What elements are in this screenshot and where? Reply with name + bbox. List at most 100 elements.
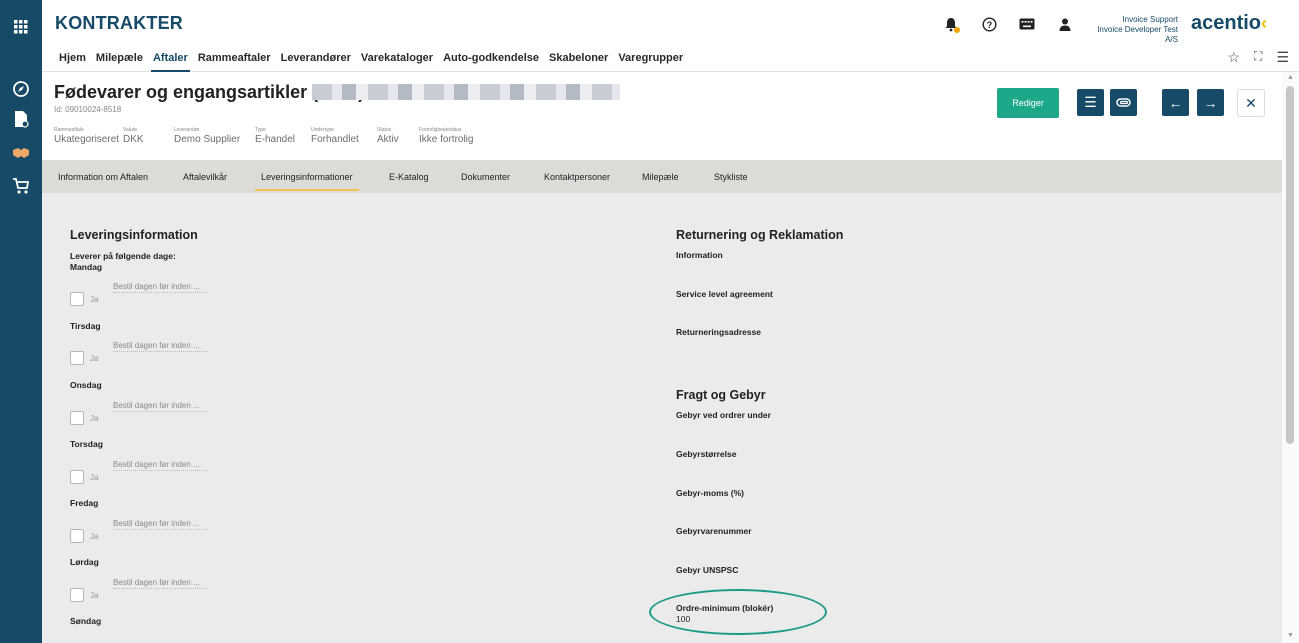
meta-label: Undertype xyxy=(311,127,335,133)
next-arrow-icon[interactable]: → xyxy=(1197,89,1224,116)
checkbox-label: Ja xyxy=(90,531,99,541)
day-label-loerdag: Lørdag xyxy=(70,557,99,567)
star-icon[interactable]: ☆ xyxy=(1227,49,1240,66)
brand-name: acentio xyxy=(1191,12,1262,34)
help-icon[interactable]: ? xyxy=(978,13,1000,35)
checkbox-label: Ja xyxy=(90,472,99,482)
order-before-input[interactable]: Bestil dagen før inden ... xyxy=(113,460,208,471)
list-menu-icon[interactable]: ☰ xyxy=(1077,89,1104,116)
user-company: Invoice Developer Test A/S xyxy=(1097,25,1178,44)
day-checkbox[interactable] xyxy=(70,470,84,484)
header-icons: ? xyxy=(940,13,1076,35)
tab-leveringsinformationer[interactable]: Leveringsinformationer xyxy=(255,172,359,191)
nav-right-actions: ☆ ⛶ ☰ xyxy=(1227,49,1289,66)
meta-valuta: Valuta DKK xyxy=(123,127,144,146)
meta-label: Rammeaftale xyxy=(54,127,84,133)
close-icon[interactable]: ✕ xyxy=(1237,89,1265,117)
delivery-title: Leveringsinformation xyxy=(70,228,198,242)
order-before-input[interactable]: Bestil dagen før inden ... xyxy=(113,578,208,589)
fee-vat-label: Gebyr-moms (%) xyxy=(676,488,745,498)
day-row-fredag: Ja Bestil dagen før inden ... xyxy=(70,519,208,543)
order-before-input[interactable]: Bestil dagen før inden ... xyxy=(113,519,208,530)
order-before-input[interactable]: Bestil dagen før inden ... xyxy=(113,341,208,352)
order-before-input[interactable]: Bestil dagen før inden ... xyxy=(113,282,208,293)
fee-item-number-label: Gebyrvarenummer xyxy=(676,526,752,536)
day-row-torsdag: Ja Bestil dagen før inden ... xyxy=(70,460,208,484)
menu-icon[interactable]: ☰ xyxy=(1276,49,1289,66)
checkbox-label: Ja xyxy=(90,294,99,304)
nav-varekataloger[interactable]: Varekataloger xyxy=(356,52,438,64)
day-checkbox[interactable] xyxy=(70,529,84,543)
meta-value: Ukategoriseret xyxy=(54,134,120,145)
fee-threshold-label: Gebyr ved ordrer under xyxy=(676,410,771,420)
meta-fortrolighedsstatus: Fortrolighedsstatus Ikke fortrolig xyxy=(419,127,473,146)
previous-arrow-icon[interactable]: ← xyxy=(1162,89,1189,116)
fullscreen-icon[interactable]: ⛶ xyxy=(1254,49,1262,66)
meta-undertype: Undertype Forhandlet xyxy=(311,127,359,146)
brand-logo: acentio‹ xyxy=(1191,12,1267,35)
keyboard-icon[interactable] xyxy=(1016,13,1038,35)
nav-skabeloner[interactable]: Skabeloner xyxy=(544,52,613,64)
vertical-scrollbar[interactable]: ▲ ▼ xyxy=(1282,72,1299,643)
day-label-tirsdag: Tirsdag xyxy=(70,321,101,331)
scroll-down-icon[interactable]: ▼ xyxy=(1287,632,1294,639)
fee-unspsc-label: Gebyr UNSPSC xyxy=(676,565,739,575)
tab-kontaktpersoner[interactable]: Kontaktpersoner xyxy=(544,172,610,182)
meta-label: Leverandør xyxy=(174,127,200,133)
attachment-icon[interactable] xyxy=(1110,89,1137,116)
checkbox-label: Ja xyxy=(90,590,99,600)
meta-label: Valuta xyxy=(123,127,137,133)
meta-value: DKK xyxy=(123,134,144,145)
record-header: Fødevarer og engangsartikler (2024) Id: … xyxy=(42,72,1282,160)
fee-size-label: Gebyrstørrelse xyxy=(676,449,737,459)
brand-chevron-icon: ‹ xyxy=(1261,13,1268,33)
returns-information-label: Information xyxy=(676,250,723,260)
meta-label: Fortrolighedsstatus xyxy=(419,127,462,133)
day-label-onsdag: Onsdag xyxy=(70,380,102,390)
delivery-subtitle: Leverer på følgende dage: xyxy=(70,251,176,261)
top-bar: KONTRAKTER ? Invoice Support Invoice Dev… xyxy=(42,0,1299,44)
nav-milepaele[interactable]: Milepæle xyxy=(91,52,148,64)
handshake-icon[interactable] xyxy=(9,141,33,165)
scrollbar-thumb[interactable] xyxy=(1286,86,1294,444)
user-icon[interactable] xyxy=(1054,13,1076,35)
meta-value: Aktiv xyxy=(377,134,399,145)
tab-stykliste[interactable]: Stykliste xyxy=(714,172,748,182)
returns-address-label: Returneringsadresse xyxy=(676,327,762,337)
nav-rammeaftaler[interactable]: Rammeaftaler xyxy=(193,52,276,64)
day-label-soendag: Søndag xyxy=(70,616,102,626)
nav-leverandoerer[interactable]: Leverandører xyxy=(276,52,356,64)
meta-value: Ikke fortrolig xyxy=(419,134,474,145)
compass-icon[interactable] xyxy=(9,77,33,101)
day-checkbox[interactable] xyxy=(70,588,84,602)
edit-button[interactable]: Rediger xyxy=(997,88,1059,118)
meta-leverandoer: Leverandør Demo Supplier xyxy=(174,127,240,146)
nav-aftaler[interactable]: Aftaler xyxy=(148,52,193,72)
document-icon[interactable] xyxy=(9,107,33,131)
tab-aftalevilkaar[interactable]: Aftalevilkår xyxy=(183,172,227,182)
day-checkbox[interactable] xyxy=(70,351,84,365)
tab-dokumenter[interactable]: Dokumenter xyxy=(461,172,510,182)
nav-auto-godkendelse[interactable]: Auto-godkendelse xyxy=(438,52,544,64)
bell-icon[interactable] xyxy=(940,13,962,35)
order-before-input[interactable]: Bestil dagen før inden ... xyxy=(113,401,208,412)
checkbox-label: Ja xyxy=(90,353,99,363)
tab-information[interactable]: Information om Aftalen xyxy=(58,172,148,182)
day-row-onsdag: Ja Bestil dagen før inden ... xyxy=(70,401,208,425)
day-row-loerdag: Ja Bestil dagen før inden ... xyxy=(70,578,208,602)
day-checkbox[interactable] xyxy=(70,411,84,425)
apps-grid-icon[interactable] xyxy=(9,15,33,39)
nav-hjem[interactable]: Hjem xyxy=(54,52,91,64)
cart-icon[interactable] xyxy=(9,174,33,198)
day-checkbox[interactable] xyxy=(70,292,84,306)
tab-e-katalog[interactable]: E-Katalog xyxy=(389,172,429,182)
day-label-torsdag: Torsdag xyxy=(70,439,103,449)
scroll-up-icon[interactable]: ▲ xyxy=(1287,74,1294,81)
app-title: KONTRAKTER xyxy=(55,13,183,33)
main-nav: Hjem Milepæle Aftaler Rammeaftaler Lever… xyxy=(42,44,1299,72)
day-label-fredag: Fredag xyxy=(70,498,99,508)
tab-milepaele[interactable]: Milepæle xyxy=(642,172,679,182)
meta-value: Forhandlet xyxy=(311,134,359,145)
nav-varegrupper[interactable]: Varegrupper xyxy=(613,52,688,64)
user-info[interactable]: Invoice Support Invoice Developer Test A… xyxy=(1085,15,1178,45)
